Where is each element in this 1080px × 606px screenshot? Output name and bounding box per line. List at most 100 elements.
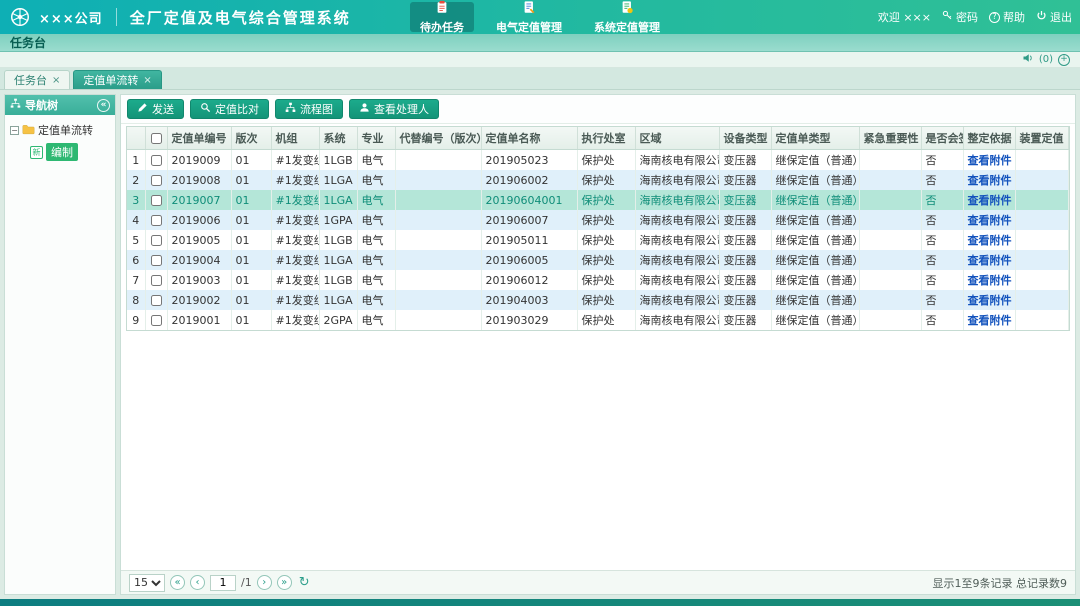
page-size-select[interactable]: 15 bbox=[129, 574, 165, 592]
cell-device-setting bbox=[1015, 250, 1069, 270]
view-attachment-link[interactable]: 查看附件 bbox=[968, 294, 1012, 307]
first-page-button[interactable]: « bbox=[170, 575, 185, 590]
view-attachment-link[interactable]: 查看附件 bbox=[968, 154, 1012, 167]
close-icon[interactable]: × bbox=[52, 75, 60, 86]
setting-compare-button[interactable]: 定值比对 bbox=[190, 99, 269, 119]
nav-item-todo-tasks[interactable]: 待办任务 bbox=[410, 2, 474, 32]
cell-unit: #1发变组 bbox=[271, 290, 319, 310]
row-number: 2 bbox=[127, 170, 145, 190]
table-row[interactable]: 1201900901#1发变组1LGB电气201905023保护处海南核电有限公… bbox=[127, 150, 1069, 171]
help-link[interactable]: ? 帮助 bbox=[989, 9, 1025, 25]
cell-name: 201906005 bbox=[481, 250, 577, 270]
cell-major: 电气 bbox=[357, 210, 395, 230]
cell-replace bbox=[395, 250, 481, 270]
send-button[interactable]: 发送 bbox=[127, 99, 184, 119]
table-row[interactable]: 4201900601#1发变组1GPA电气201906007保护处海南核电有限公… bbox=[127, 210, 1069, 230]
cell-urgency bbox=[859, 150, 921, 171]
row-checkbox[interactable] bbox=[151, 295, 162, 306]
refresh-icon[interactable]: ↻ bbox=[299, 576, 310, 589]
table-row[interactable]: 7201900301#1发变组1LGB电气201906012保护处海南核电有限公… bbox=[127, 270, 1069, 290]
row-checkbox[interactable] bbox=[151, 195, 162, 206]
new-badge-icon: 新 bbox=[30, 146, 43, 159]
brand-area: ×××公司 全厂定值及电气综合管理系统 bbox=[8, 5, 351, 29]
cell-type: 继保定值（普通） bbox=[771, 290, 859, 310]
main-panel: 发送 定值比对 流程图 bbox=[120, 94, 1076, 595]
row-checkbox[interactable] bbox=[151, 175, 162, 186]
table-row[interactable]: 6201900401#1发变组1LGA电气201906005保护处海南核电有限公… bbox=[127, 250, 1069, 270]
tree-node-setting-sheet-flow[interactable]: − 定值单流转 bbox=[10, 122, 110, 138]
row-checkbox[interactable] bbox=[151, 315, 162, 326]
cell-system: 1LGB bbox=[319, 270, 357, 290]
cell-urgency bbox=[859, 270, 921, 290]
column-header: 代替编号（版次） bbox=[395, 127, 481, 150]
cell-replace bbox=[395, 270, 481, 290]
cell-dept: 保护处 bbox=[577, 190, 635, 210]
column-header: 机组 bbox=[271, 127, 319, 150]
cell-setting-basis: 查看附件 bbox=[963, 290, 1015, 310]
last-page-button[interactable]: » bbox=[277, 575, 292, 590]
welcome-text: 欢迎 ××× bbox=[878, 9, 931, 25]
speaker-icon[interactable] bbox=[1022, 52, 1034, 67]
cell-countersign: 否 bbox=[921, 290, 963, 310]
view-attachment-link[interactable]: 查看附件 bbox=[968, 254, 1012, 267]
cell-dept: 保护处 bbox=[577, 290, 635, 310]
view-attachment-link[interactable]: 查看附件 bbox=[968, 314, 1012, 327]
cell-countersign: 否 bbox=[921, 230, 963, 250]
row-checkbox[interactable] bbox=[151, 235, 162, 246]
cell-countersign: 否 bbox=[921, 210, 963, 230]
cell-unit: #1发变组 bbox=[271, 250, 319, 270]
view-handlers-button[interactable]: 查看处理人 bbox=[349, 99, 439, 119]
password-link[interactable]: 密码 bbox=[942, 9, 978, 25]
view-attachment-link[interactable]: 查看附件 bbox=[968, 274, 1012, 287]
page-number-input[interactable] bbox=[210, 575, 236, 591]
content-area: 导航树 « − 定值单流转 新 编制 bbox=[0, 90, 1080, 599]
button-label: 定值比对 bbox=[215, 101, 259, 117]
cell-region: 海南核电有限公司 bbox=[635, 170, 719, 190]
select-all-checkbox[interactable] bbox=[151, 133, 162, 144]
prev-page-button[interactable]: ‹ bbox=[190, 575, 205, 590]
row-checkbox[interactable] bbox=[151, 255, 162, 266]
cell-rev: 01 bbox=[231, 310, 271, 330]
cell-name: 201905011 bbox=[481, 230, 577, 250]
flowchart-button[interactable]: 流程图 bbox=[275, 99, 343, 119]
view-attachment-link[interactable]: 查看附件 bbox=[968, 174, 1012, 187]
nav-item-electrical-setting-mgmt[interactable]: 电气定值管理 bbox=[486, 2, 572, 32]
tree-node-label: 定值单流转 bbox=[38, 122, 93, 138]
table-row[interactable]: 3201900701#1发变组1LGA电气20190604001保护处海南核电有… bbox=[127, 190, 1069, 210]
nav-item-system-setting-mgmt[interactable]: 系统定值管理 bbox=[584, 2, 670, 32]
tree-node-compile[interactable]: 新 编制 bbox=[30, 143, 110, 161]
row-number: 1 bbox=[127, 150, 145, 171]
cell-setting-basis: 查看附件 bbox=[963, 250, 1015, 270]
power-icon bbox=[1036, 10, 1047, 24]
tree-expander-icon[interactable]: − bbox=[10, 126, 19, 135]
plus-circle-icon[interactable]: + bbox=[1058, 54, 1070, 66]
view-attachment-link[interactable]: 查看附件 bbox=[968, 214, 1012, 227]
cell-major: 电气 bbox=[357, 270, 395, 290]
tab-setting-sheet-flow[interactable]: 定值单流转 × bbox=[73, 70, 161, 89]
row-checkbox[interactable] bbox=[151, 155, 162, 166]
magnifier-icon bbox=[200, 102, 211, 116]
next-page-button[interactable]: › bbox=[257, 575, 272, 590]
row-checkbox[interactable] bbox=[151, 275, 162, 286]
table-row[interactable]: 2201900801#1发变组1LGA电气201906002保护处海南核电有限公… bbox=[127, 170, 1069, 190]
tree-node-label[interactable]: 编制 bbox=[46, 143, 78, 161]
pencil-icon bbox=[137, 102, 148, 116]
cell-name: 201906012 bbox=[481, 270, 577, 290]
close-icon[interactable]: × bbox=[143, 75, 151, 86]
table-row[interactable]: 9201900101#1发变组2GPA电气201903029保护处海南核电有限公… bbox=[127, 310, 1069, 330]
cell-dept: 保护处 bbox=[577, 150, 635, 171]
logout-link[interactable]: 退出 bbox=[1036, 9, 1072, 25]
view-attachment-link[interactable]: 查看附件 bbox=[968, 194, 1012, 207]
table-row[interactable]: 5201900501#1发变组1LGB电气201905011保护处海南核电有限公… bbox=[127, 230, 1069, 250]
column-header: 设备类型 bbox=[719, 127, 771, 150]
user-links: 欢迎 ××× 密码 ? 帮助 退出 bbox=[878, 9, 1072, 25]
collapse-sidebar-button[interactable]: « bbox=[97, 99, 110, 112]
row-checkbox[interactable] bbox=[151, 215, 162, 226]
cell-countersign: 否 bbox=[921, 190, 963, 210]
view-attachment-link[interactable]: 查看附件 bbox=[968, 234, 1012, 247]
cell-urgency bbox=[859, 310, 921, 330]
tab-workbench[interactable]: 任务台 × bbox=[4, 70, 70, 89]
table-row[interactable]: 8201900201#1发变组1LGA电气201904003保护处海南核电有限公… bbox=[127, 290, 1069, 310]
cell-dept: 保护处 bbox=[577, 210, 635, 230]
column-header: 区域 bbox=[635, 127, 719, 150]
